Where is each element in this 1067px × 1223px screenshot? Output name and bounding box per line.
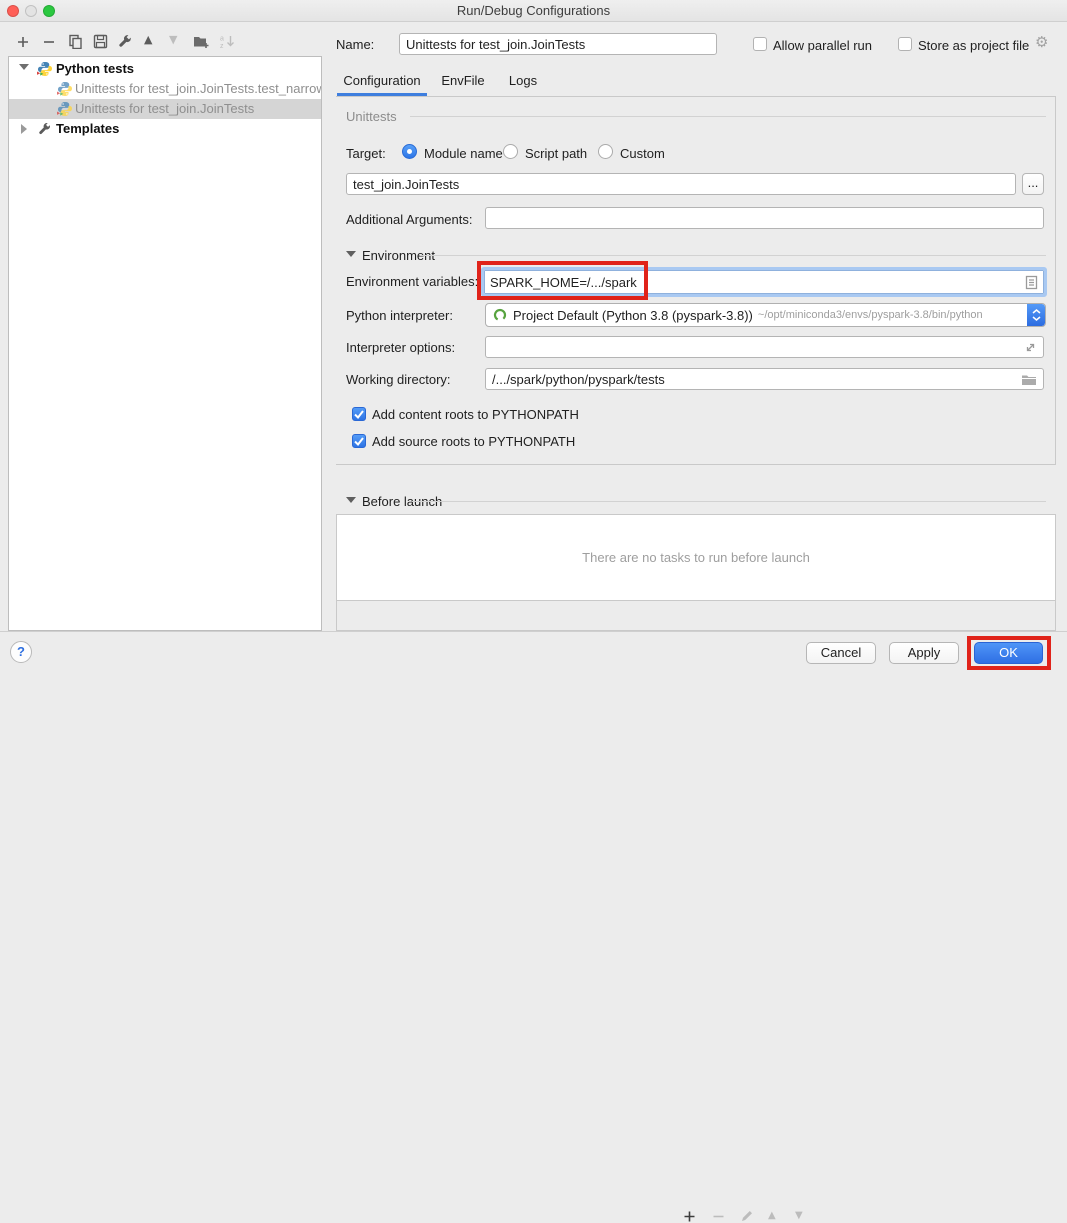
tab-logs[interactable]: Logs — [499, 68, 547, 96]
help-button[interactable]: ? — [10, 641, 32, 663]
chevron-right-icon[interactable] — [21, 124, 27, 134]
name-input[interactable] — [399, 33, 717, 55]
tree-item-label: Unittests for test_join.JoinTests.test_n… — [75, 81, 322, 96]
target-script-path-label: Script path — [525, 146, 587, 161]
tree-item-label: Python tests — [56, 61, 134, 76]
tree-item-unittests-narrow[interactable]: Unittests for test_join.JoinTests.test_n… — [9, 79, 321, 99]
working-directory-input[interactable]: /.../spark/python/pyspark/tests — [485, 368, 1044, 390]
tree-item-label: Templates — [56, 121, 119, 136]
add-icon[interactable] — [683, 1210, 696, 1223]
environment-variables-input[interactable]: SPARK_HOME=/.../spark — [481, 267, 1047, 297]
python-interpreter-label: Python interpreter: — [346, 308, 453, 323]
add-source-roots-checkbox[interactable] — [352, 434, 366, 448]
target-module-name-label: Module name — [424, 146, 503, 161]
configurations-tree: Python tests Unittests for test_join.Joi… — [8, 56, 322, 631]
before-launch-toolbar: ▲ ▼ — [336, 601, 1056, 631]
chevron-down-icon[interactable] — [19, 64, 29, 70]
python-test-icon — [57, 101, 73, 117]
browse-module-button[interactable]: ... — [1022, 173, 1044, 195]
svg-text:a: a — [220, 36, 224, 43]
copy-icon[interactable] — [68, 34, 83, 49]
environment-collapse-icon[interactable] — [346, 251, 356, 257]
expand-field-icon[interactable] — [1024, 341, 1037, 354]
store-as-project-file-checkbox[interactable] — [898, 37, 912, 51]
allow-parallel-run-label: Allow parallel run — [773, 38, 872, 53]
allow-parallel-run-checkbox[interactable] — [753, 37, 767, 51]
title-bar: Run/Debug Configurations — [0, 0, 1067, 22]
save-icon[interactable] — [93, 34, 108, 49]
tree-item-python-tests[interactable]: Python tests — [9, 59, 321, 79]
add-content-roots-label: Add content roots to PYTHONPATH — [372, 407, 579, 422]
python-test-icon — [57, 81, 73, 97]
conda-env-icon — [493, 308, 507, 322]
tree-item-label: Unittests for test_join.JoinTests — [75, 101, 254, 116]
move-down-icon: ▼ — [169, 33, 177, 47]
ok-button[interactable]: OK — [974, 642, 1043, 664]
folder-icon[interactable] — [1021, 373, 1037, 386]
python-interpreter-select[interactable]: Project Default (Python 3.8 (pyspark-3.8… — [485, 303, 1046, 327]
minimize-window-button[interactable] — [25, 5, 37, 17]
target-custom-radio[interactable] — [598, 144, 613, 159]
new-folder-icon[interactable] — [193, 34, 210, 49]
move-up-icon: ▲ — [768, 1209, 776, 1222]
additional-arguments-input[interactable] — [485, 207, 1044, 229]
section-rule — [410, 116, 1046, 117]
svg-text:z: z — [220, 43, 224, 49]
module-name-input[interactable] — [346, 173, 1016, 195]
tab-configuration[interactable]: Configuration — [337, 68, 427, 96]
remove-icon[interactable] — [42, 35, 56, 49]
edit-icon — [740, 1209, 754, 1223]
environment-variables-label: Environment variables: — [346, 274, 478, 289]
remove-icon — [712, 1210, 725, 1223]
unittests-section-title: Unittests — [346, 109, 397, 124]
select-stepper-icon[interactable] — [1027, 304, 1045, 326]
section-rule — [420, 255, 1046, 256]
zoom-window-button[interactable] — [43, 5, 55, 17]
window-title: Run/Debug Configurations — [0, 0, 1067, 21]
cancel-button[interactable]: Cancel — [806, 642, 876, 664]
run-debug-configurations-dialog: { "window": { "title": "Run/Debug Config… — [0, 0, 1067, 671]
add-content-roots-checkbox[interactable] — [352, 407, 366, 421]
target-script-path-radio[interactable] — [503, 144, 518, 159]
add-icon[interactable] — [16, 35, 30, 49]
tree-item-templates[interactable]: Templates — [9, 119, 321, 139]
before-launch-empty-message: There are no tasks to run before launch — [582, 550, 810, 565]
move-down-icon: ▼ — [795, 1209, 803, 1222]
target-custom-label: Custom — [620, 146, 665, 161]
tree-item-unittests-jointests[interactable]: Unittests for test_join.JoinTests — [9, 99, 321, 119]
gear-icon[interactable]: ⚙ — [1035, 33, 1048, 51]
working-directory-label: Working directory: — [346, 372, 451, 387]
section-rule — [412, 501, 1046, 502]
edit-templates-icon[interactable] — [118, 34, 133, 49]
before-launch-task-list: There are no tasks to run before launch — [336, 514, 1056, 601]
edit-variables-icon[interactable] — [1025, 275, 1038, 290]
sort-icon: az — [220, 34, 235, 49]
close-window-button[interactable] — [7, 5, 19, 17]
target-label: Target: — [346, 146, 386, 161]
move-up-icon[interactable]: ▲ — [144, 33, 152, 47]
tab-envfile[interactable]: EnvFile — [434, 68, 492, 96]
before-launch-collapse-icon[interactable] — [346, 497, 356, 503]
name-label: Name: — [336, 37, 374, 52]
additional-arguments-label: Additional Arguments: — [346, 212, 472, 227]
store-as-project-file-label: Store as project file — [918, 38, 1029, 53]
apply-button[interactable]: Apply — [889, 642, 959, 664]
interpreter-options-input[interactable] — [485, 336, 1044, 358]
add-source-roots-label: Add source roots to PYTHONPATH — [372, 434, 575, 449]
target-module-name-radio[interactable] — [402, 144, 417, 159]
templates-wrench-icon — [38, 122, 52, 136]
python-tests-icon — [37, 61, 53, 77]
interpreter-options-label: Interpreter options: — [346, 340, 455, 355]
footer-divider — [0, 631, 1067, 632]
